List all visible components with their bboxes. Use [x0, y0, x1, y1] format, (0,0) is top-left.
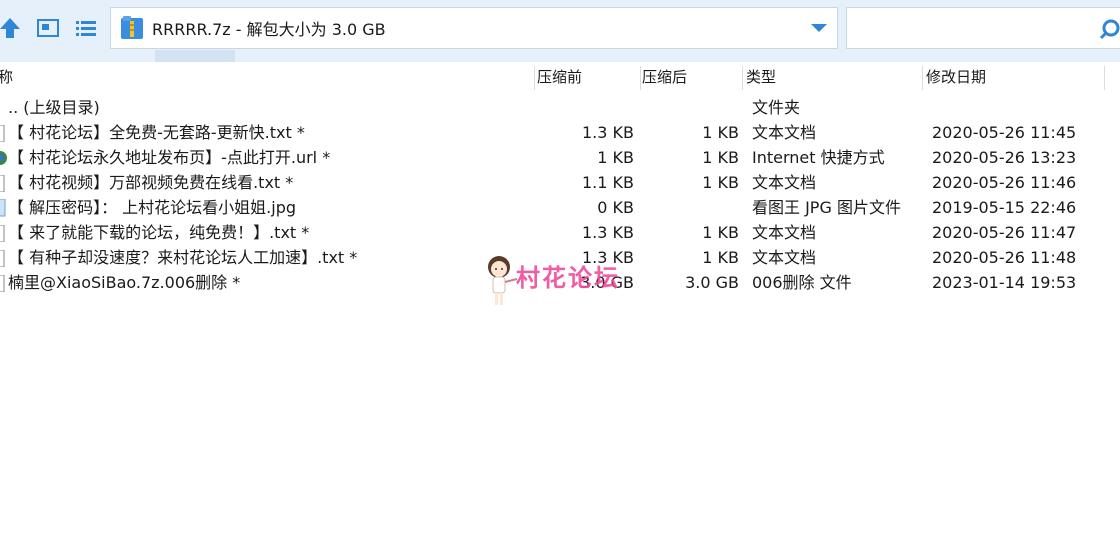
- file-date: 2020-05-26 13:23: [932, 148, 1077, 167]
- file-date: 2023-01-14 19:53: [932, 273, 1077, 292]
- file-date: 2020-05-26 11:47: [932, 223, 1077, 242]
- file-compressed: 0 KB: [597, 198, 634, 217]
- file-compressed: 1 KB: [597, 148, 634, 167]
- tab-segment: [155, 50, 235, 62]
- column-divider[interactable]: [742, 66, 743, 90]
- up-arrow-icon[interactable]: [0, 14, 24, 42]
- list-item[interactable]: 【 来了就能下载的论坛，纯免费！】.txt * 1.3 KB 1 KB 文本文档…: [0, 220, 1120, 245]
- text-file-icon: [0, 249, 5, 268]
- header-size[interactable]: 压缩后: [642, 62, 687, 92]
- view-list-icon[interactable]: [72, 14, 100, 42]
- text-file-icon: [0, 174, 5, 193]
- file-compressed: 1.3 KB: [582, 223, 634, 242]
- file-date: 2020-05-26 11:48: [932, 248, 1077, 267]
- file-compressed: 1.1 KB: [582, 173, 634, 192]
- view-thumbnails-icon[interactable]: [34, 14, 62, 42]
- file-size: 1 KB: [702, 123, 739, 142]
- file-date: 2020-05-26 11:46: [932, 173, 1077, 192]
- list-item[interactable]: 【 解压密码】： 上村花论坛看小姐姐.jpg 0 KB 看图王 JPG 图片文件…: [0, 195, 1120, 220]
- file-name: .. (上级目录): [8, 98, 100, 117]
- chevron-down-icon[interactable]: [809, 20, 829, 36]
- file-type: Internet 快捷方式: [752, 148, 885, 167]
- file-compressed: 1.3 KB: [582, 123, 634, 142]
- list-item[interactable]: .. (上级目录) 文件夹: [0, 95, 1120, 120]
- text-file-icon: [0, 224, 5, 243]
- column-divider[interactable]: [922, 66, 923, 90]
- column-header: 称 压缩前 压缩后 类型 修改日期: [0, 62, 1120, 92]
- file-type: 文本文档: [752, 123, 817, 142]
- text-file-icon: [0, 124, 5, 143]
- file-type: 文本文档: [752, 223, 817, 242]
- column-divider[interactable]: [640, 66, 641, 90]
- file-name: 【 村花视频】万部视频免费在线看.txt *: [8, 173, 294, 192]
- list-item[interactable]: 【 村花论坛永久地址发布页】-点此打开.url * 1 KB 1 KB Inte…: [0, 145, 1120, 170]
- header-compressed[interactable]: 压缩前: [537, 62, 582, 92]
- file-name: 楠里@XiaoSiBao.7z.006删除 *: [8, 273, 241, 292]
- file-type: 文本文档: [752, 173, 817, 192]
- column-divider[interactable]: [534, 66, 535, 90]
- file-size: 1 KB: [702, 248, 739, 267]
- search-icon[interactable]: [1099, 18, 1120, 40]
- toolbar: RRRRR.7z - 解包大小为 3.0 GB: [0, 0, 1120, 62]
- list-item[interactable]: 【 村花视频】万部视频免费在线看.txt * 1.1 KB 1 KB 文本文档 …: [0, 170, 1120, 195]
- header-modified[interactable]: 修改日期: [926, 62, 986, 92]
- file-size: 1 KB: [702, 173, 739, 192]
- list-item[interactable]: 【 村花论坛】全免费-无套路-更新快.txt * 1.3 KB 1 KB 文本文…: [0, 120, 1120, 145]
- file-type: 文件夹: [752, 98, 801, 117]
- address-path: RRRRR.7z - 解包大小为 3.0 GB: [152, 20, 386, 39]
- file-name: 【 解压密码】： 上村花论坛看小姐姐.jpg: [8, 198, 297, 217]
- watermark-text: 村花论坛: [516, 264, 620, 292]
- watermark-logo: 村花论坛: [484, 252, 644, 308]
- search-input[interactable]: [846, 7, 1120, 49]
- header-type[interactable]: 类型: [746, 62, 776, 92]
- file-date: 2020-05-26 11:45: [932, 123, 1077, 142]
- column-divider[interactable]: [1104, 66, 1105, 90]
- archive-icon: [120, 15, 144, 41]
- file-name: 【 有种子却没速度？来村花论坛人工加速】.txt *: [8, 248, 358, 267]
- file-size: 1 KB: [702, 148, 739, 167]
- file-type: 看图王 JPG 图片文件: [752, 198, 901, 217]
- file-size: 3.0 GB: [685, 273, 739, 292]
- file-type: 006删除 文件: [752, 273, 852, 292]
- file-name: 【 村花论坛】全免费-无套路-更新快.txt *: [8, 123, 305, 142]
- file-type: 文本文档: [752, 248, 817, 267]
- header-name[interactable]: 称: [0, 62, 13, 92]
- file-name: 【 村花论坛永久地址发布页】-点此打开.url *: [8, 148, 331, 167]
- generic-file-icon: [0, 274, 5, 293]
- address-bar[interactable]: RRRRR.7z - 解包大小为 3.0 GB: [110, 7, 838, 49]
- file-size: 1 KB: [702, 223, 739, 242]
- image-file-icon: [0, 198, 6, 217]
- mascot-girl-icon: [488, 256, 518, 305]
- internet-shortcut-icon: [0, 149, 7, 166]
- file-name: 【 来了就能下载的论坛，纯免费！】.txt *: [8, 223, 310, 242]
- file-date: 2019-05-15 22:46: [932, 198, 1077, 217]
- tab-strip: [0, 50, 1120, 62]
